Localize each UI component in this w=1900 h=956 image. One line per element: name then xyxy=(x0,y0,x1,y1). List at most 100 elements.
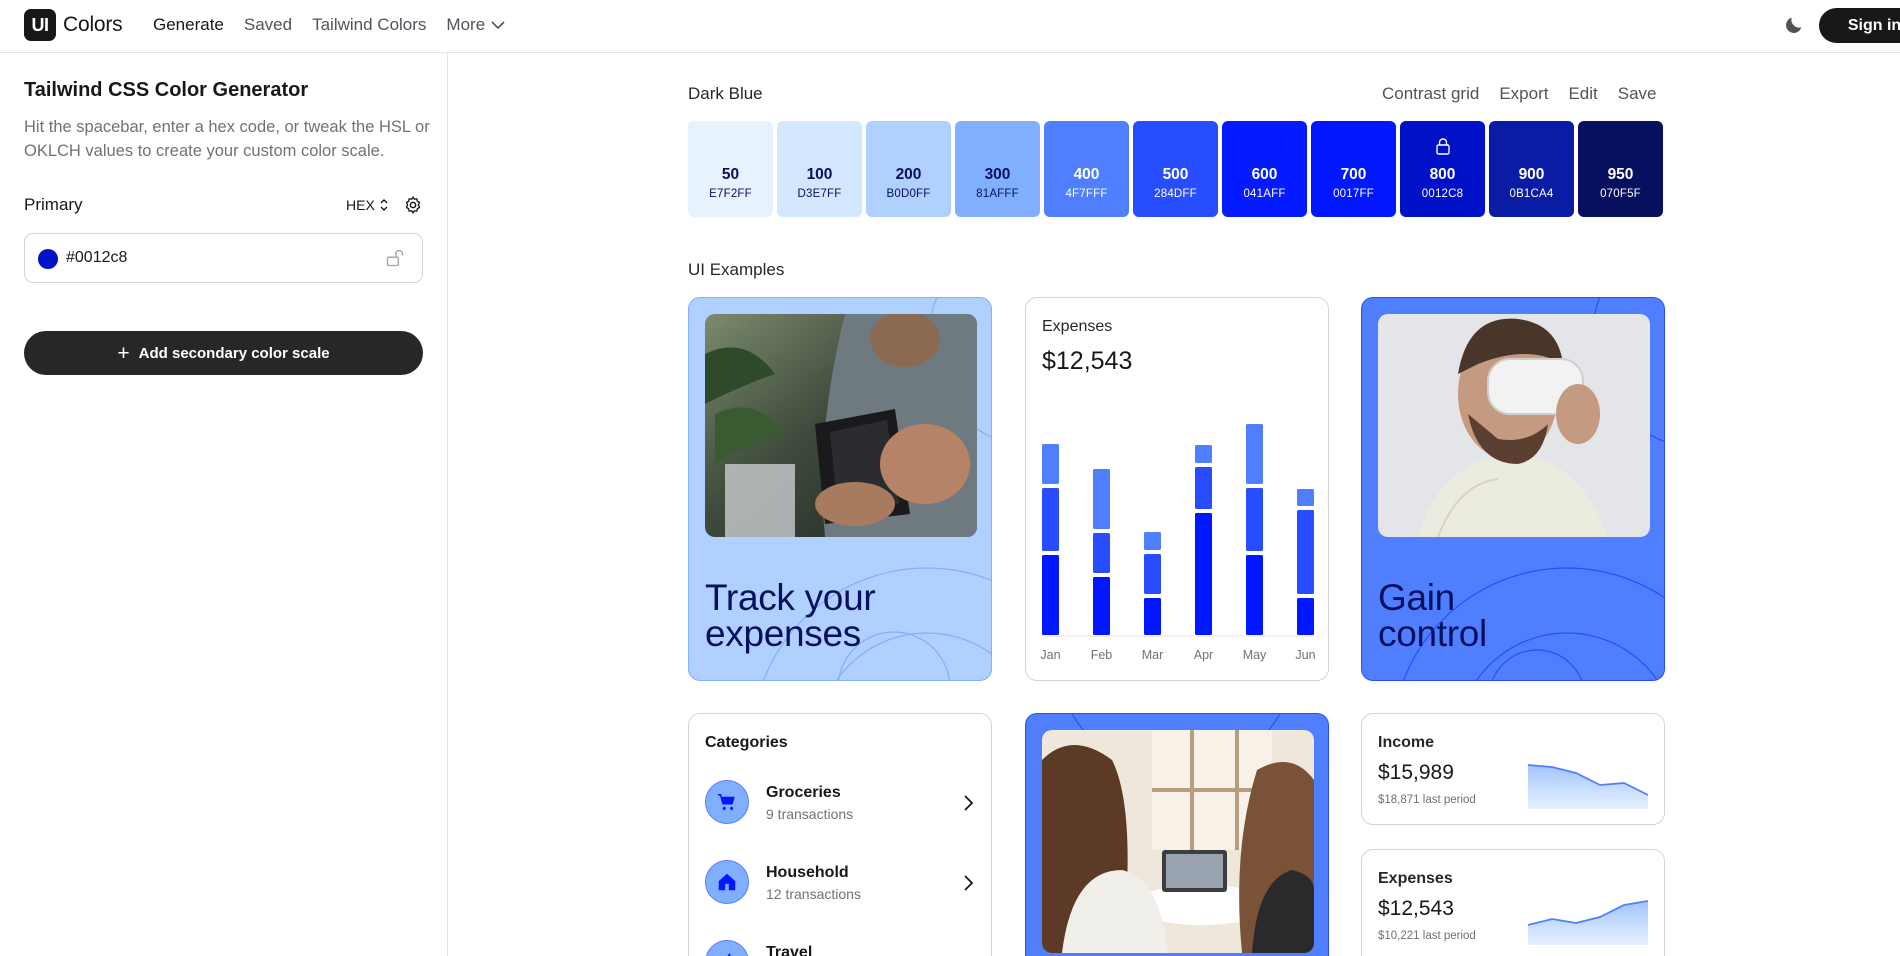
swatch-hex-label: 0012C8 xyxy=(1421,188,1464,200)
swatch-shade-label: 100 xyxy=(806,166,833,183)
bar-jan-segment-1 xyxy=(1042,555,1059,635)
category-row-groceries[interactable]: Groceries 9 transactions xyxy=(705,780,977,826)
primary-color-field[interactable]: #0012c8 xyxy=(24,233,423,283)
nav-link-generate[interactable]: Generate xyxy=(153,15,224,35)
gain-title-line-1: Gain xyxy=(1378,577,1455,618)
sidebar: Tailwind CSS Color Generator Hit the spa… xyxy=(0,53,448,956)
logo-mark: UI xyxy=(24,9,56,41)
swatch-hex-label: 284DFF xyxy=(1154,188,1197,200)
swatch-800[interactable]: 800 0012C8 xyxy=(1400,121,1485,217)
save-button[interactable]: Save xyxy=(1618,84,1657,104)
meeting-photo-card xyxy=(1025,713,1329,956)
x-tick-label: Feb xyxy=(1091,648,1113,662)
chevron-down-icon xyxy=(491,21,505,30)
bar-mar-segment-1 xyxy=(1144,598,1161,635)
bar-apr-segment-3 xyxy=(1195,445,1212,463)
expenses-mini-label: Expenses xyxy=(1378,870,1453,887)
primary-color-swatch[interactable] xyxy=(38,249,58,269)
bar-jun-segment-1 xyxy=(1297,598,1314,635)
moon-icon[interactable] xyxy=(1783,14,1805,36)
lock-icon[interactable] xyxy=(1435,137,1451,155)
unlock-icon[interactable] xyxy=(385,248,405,268)
gear-icon[interactable] xyxy=(403,195,423,215)
primary-hex-value[interactable]: #0012c8 xyxy=(66,249,127,267)
two-women-with-laptop-image xyxy=(1042,730,1314,953)
chevron-up-down-icon xyxy=(380,199,388,211)
logo-text: Colors xyxy=(63,13,123,36)
plane-icon xyxy=(727,953,731,956)
person-holding-phone-image xyxy=(705,314,977,537)
track-title-line-1: Track your xyxy=(705,577,876,618)
bar-jun-segment-3 xyxy=(1297,489,1314,506)
swatch-shade-label: 500 xyxy=(1162,166,1189,183)
bar-apr-segment-2 xyxy=(1195,467,1212,509)
chevron-right-icon xyxy=(964,795,974,811)
bar-apr-segment-1 xyxy=(1195,513,1212,635)
man-with-vr-headset-image xyxy=(1378,314,1650,537)
palette-name[interactable]: Dark Blue xyxy=(688,84,763,104)
swatch-shade-label: 300 xyxy=(984,166,1011,183)
swatch-hex-label: B0D0FF xyxy=(886,188,931,200)
swatch-100[interactable]: 100 D3E7FF xyxy=(777,121,862,217)
income-card: Income $15,989 $18,871 last period xyxy=(1361,713,1665,825)
swatch-hex-label: 070F5F xyxy=(1600,188,1641,200)
swatch-300[interactable]: 300 81AFFF xyxy=(955,121,1040,217)
contrast-grid-button[interactable]: Contrast grid xyxy=(1382,84,1479,104)
expenses-sparkline-area xyxy=(1528,901,1648,945)
swatch-500[interactable]: 500 284DFF xyxy=(1133,121,1218,217)
nav-links: Generate Saved Tailwind Colors More xyxy=(153,15,505,35)
category-row-travel[interactable]: Travel xyxy=(705,940,977,956)
bar-jan-segment-2 xyxy=(1042,488,1059,551)
sign-in-button[interactable]: Sign in xyxy=(1819,8,1900,43)
expenses-mini-card: Expenses $12,543 $10,221 last period xyxy=(1361,849,1665,956)
swatch-hex-label: 4F7FFF xyxy=(1065,188,1108,200)
x-tick-label: May xyxy=(1243,648,1267,662)
category-name: Groceries xyxy=(766,784,841,801)
plus-icon: + xyxy=(117,341,130,365)
palette-actions: Contrast grid Export Edit Save xyxy=(1382,84,1657,104)
bar-mar-segment-3 xyxy=(1144,532,1161,550)
category-row-household[interactable]: Household 12 transactions xyxy=(705,860,977,906)
format-select[interactable]: HEX xyxy=(346,197,390,213)
swatch-950[interactable]: 950 070F5F xyxy=(1578,121,1663,217)
income-last-period: $18,871 last period xyxy=(1378,794,1476,806)
nav-link-saved[interactable]: Saved xyxy=(244,15,292,35)
category-icon xyxy=(705,780,749,824)
swatch-200[interactable]: 200 B0D0FF xyxy=(866,121,951,217)
income-sparkline xyxy=(1528,764,1648,809)
categories-title: Categories xyxy=(705,734,788,751)
swatch-400[interactable]: 400 4F7FFF xyxy=(1044,121,1129,217)
swatch-shade-label: 700 xyxy=(1340,166,1367,183)
edit-button[interactable]: Edit xyxy=(1568,84,1597,104)
swatch-shade-label: 400 xyxy=(1073,166,1100,183)
add-secondary-label: Add secondary color scale xyxy=(138,344,330,362)
swatch-hex-label: 0017FF xyxy=(1333,188,1374,200)
gain-title: Gain control xyxy=(1378,577,1487,652)
x-tick-label: Mar xyxy=(1142,648,1164,662)
swatch-hex-label: 041AFF xyxy=(1243,188,1286,200)
expenses-last-period: $10,221 last period xyxy=(1378,930,1476,942)
swatch-shade-label: 800 xyxy=(1429,166,1456,183)
category-icon xyxy=(705,940,749,956)
export-button[interactable]: Export xyxy=(1499,84,1548,104)
format-label: HEX xyxy=(346,197,375,213)
swatch-shade-label: 900 xyxy=(1518,166,1545,183)
bar-jun-segment-2 xyxy=(1297,510,1314,594)
logo[interactable]: UI Colors xyxy=(24,9,123,41)
swatch-700[interactable]: 700 0017FF xyxy=(1311,121,1396,217)
bar-feb-segment-3 xyxy=(1093,469,1110,529)
add-secondary-scale-button[interactable]: + Add secondary color scale xyxy=(24,331,423,375)
swatch-50[interactable]: 50 E7F2FF xyxy=(688,121,773,217)
expenses-bar-chart: Jan Feb Mar Apr May Jun xyxy=(1040,424,1316,662)
swatch-900[interactable]: 900 0B1CA4 xyxy=(1489,121,1574,217)
nav-more-menu[interactable]: More xyxy=(446,15,505,35)
vr-photo xyxy=(1378,314,1650,537)
income-label: Income xyxy=(1378,734,1435,751)
category-icon xyxy=(705,860,749,904)
bar-may-segment-1 xyxy=(1246,555,1263,635)
generator-title: Tailwind CSS Color Generator xyxy=(24,79,309,101)
nav-link-tailwind-colors[interactable]: Tailwind Colors xyxy=(312,15,426,35)
bar-may-segment-3 xyxy=(1246,424,1263,484)
meeting-photo xyxy=(1042,730,1314,953)
swatch-600[interactable]: 600 041AFF xyxy=(1222,121,1307,217)
